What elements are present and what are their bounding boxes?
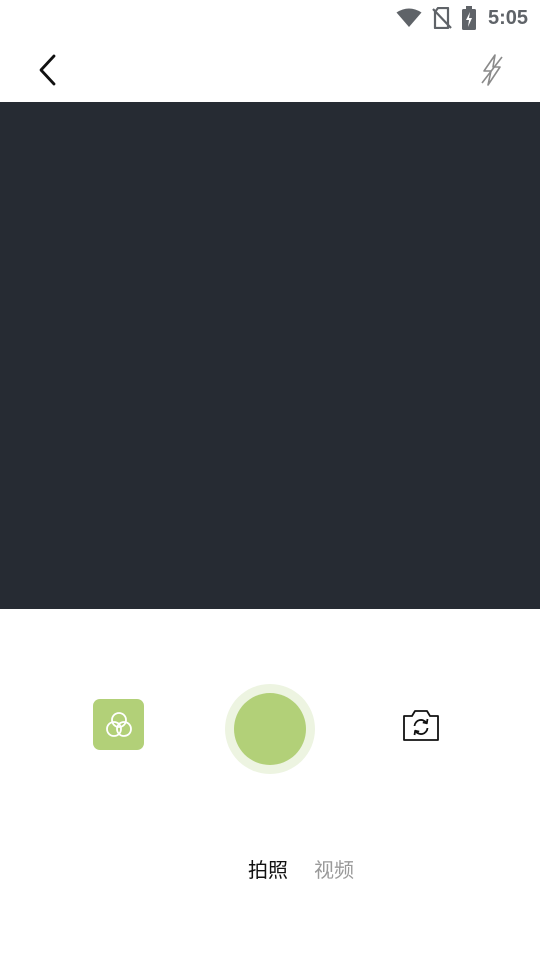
switch-camera-button[interactable] [400, 706, 442, 744]
chevron-left-icon [39, 54, 56, 86]
tab-photo[interactable]: 拍照 [248, 852, 288, 888]
back-button[interactable] [28, 48, 68, 92]
no-sim-icon [432, 7, 452, 29]
top-bar [0, 36, 540, 102]
shutter-button[interactable] [225, 684, 315, 774]
wifi-icon [396, 8, 422, 28]
camera-screen: 5:05 拍照 视频 [0, 0, 540, 960]
battery-charging-icon [461, 6, 476, 30]
status-time: 5:05 [487, 6, 528, 29]
status-bar: 5:05 [0, 0, 540, 36]
flash-off-icon [481, 54, 503, 86]
switch-camera-icon [403, 710, 439, 741]
shutter-icon [234, 693, 306, 765]
filter-button[interactable] [93, 699, 144, 750]
flash-toggle-button[interactable] [472, 48, 512, 92]
filter-circles-icon [105, 711, 132, 737]
camera-preview [0, 102, 540, 609]
mode-tabs: 拍照 视频 [0, 852, 540, 888]
tab-video[interactable]: 视频 [314, 852, 354, 888]
